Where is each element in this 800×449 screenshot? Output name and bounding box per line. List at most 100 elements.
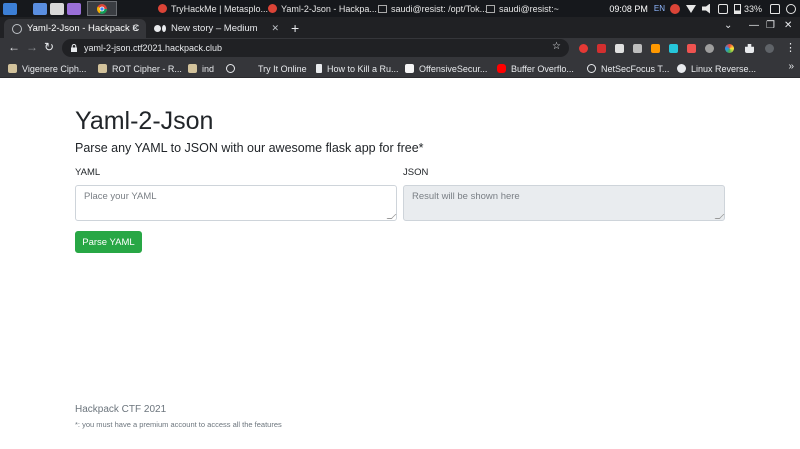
chrome-tray-icon[interactable] [669, 3, 680, 14]
json-output[interactable] [403, 185, 725, 221]
tab-title: Yaml-2-Json - Hackpack C [27, 23, 140, 34]
terminal-icon [378, 4, 387, 13]
battery-percent: 33% [743, 3, 762, 14]
extension-icon-book[interactable] [633, 44, 642, 53]
file-manager-icon[interactable] [33, 2, 47, 15]
battery-icon[interactable] [733, 3, 741, 14]
extensions-puzzle-icon[interactable] [745, 44, 754, 53]
taskbar-task-label: saudi@resist:~ [499, 3, 559, 14]
offsec-icon [405, 64, 414, 73]
extension-icon-wappalyzer[interactable] [597, 44, 606, 53]
taskbar-task-label: TryHackMe | Metasplo... [171, 3, 268, 14]
tab-yaml-2-json[interactable]: Yaml-2-Json - Hackpack C ✕ [4, 19, 146, 38]
bookmark-label: ind [202, 63, 215, 74]
bookmark-label: Buffer Overflo... [511, 63, 574, 74]
chrome-icon [158, 4, 167, 13]
page-title: Yaml-2-Json [75, 107, 214, 135]
globe-icon [587, 64, 596, 73]
taskbar-task-tryhackme[interactable]: TryHackMe | Metasplo... [158, 0, 268, 17]
bookmark-label: OffensiveSecur... [419, 63, 488, 74]
bookmark-netsecfocus[interactable]: NetSecFocus T... [587, 62, 669, 75]
forward-button[interactable]: → [26, 40, 38, 54]
bookmark-ind[interactable]: ind [188, 62, 214, 75]
clock[interactable]: 09:08 PM [609, 4, 648, 14]
minimize-window-button[interactable]: — [749, 20, 759, 31]
taskbar-task-terminal-home[interactable]: saudi@resist:~ [486, 0, 566, 17]
bookmark-star-icon[interactable]: ☆ [552, 41, 561, 52]
bookmark-label: How to Kill a Ru... [327, 63, 399, 74]
footer-title: Hackpack CTF 2021 [75, 404, 167, 415]
bookmark-linux-reverse[interactable]: Linux Reverse... [677, 62, 756, 75]
extension-icon-color[interactable] [725, 44, 734, 53]
taskbar-task-terminal-opt[interactable]: saudi@resist: /opt/Tok... [378, 0, 486, 17]
yaml-input[interactable] [75, 185, 397, 221]
start-menu-icon[interactable] [3, 2, 17, 15]
medium-icon [154, 25, 161, 32]
tab-title: New story – Medium [171, 23, 258, 34]
close-tab-icon[interactable]: ✕ [271, 23, 279, 34]
folder-icon [8, 64, 17, 73]
browser-menu-icon[interactable]: ⋮ [785, 41, 796, 54]
extension-icon-code[interactable] [669, 44, 678, 53]
extension-icon-grid[interactable] [705, 44, 714, 53]
back-button[interactable]: ← [8, 40, 20, 54]
extension-icon-notes[interactable] [615, 44, 624, 53]
page-content: Yaml-2-Json Parse any YAML to JSON with … [0, 78, 800, 449]
profile-icon[interactable] [765, 44, 774, 53]
medium-icon [677, 64, 686, 73]
yaml-label: YAML [75, 167, 101, 178]
taskbar-task-label: saudi@resist: /opt/Tok... [391, 3, 486, 14]
url-text: yaml-2-json.ctf2021.hackpack.club [84, 43, 223, 53]
close-window-button[interactable]: ✕ [784, 20, 792, 31]
system-tray: 09:08 PM EN 33% [609, 0, 800, 17]
lock-icon[interactable] [70, 44, 78, 52]
keyboard-layout[interactable]: EN [654, 4, 665, 13]
parse-yaml-button[interactable]: Parse YAML [75, 231, 142, 253]
bookmark-vigenere[interactable]: Vigenere Ciph... [8, 62, 86, 75]
wifi-icon[interactable] [685, 4, 696, 13]
restore-window-button[interactable]: ❐ [766, 20, 775, 31]
taskbar-chrome-button[interactable] [87, 1, 117, 16]
bookmarks-overflow-icon[interactable]: » [788, 61, 794, 72]
text-editor-icon[interactable] [67, 2, 81, 15]
browser-tab-strip: Yaml-2-Json - Hackpack C ✕ New story – M… [0, 17, 800, 38]
bookmark-try-it-online[interactable]: Try It Online [258, 62, 307, 75]
bookmark-label: Linux Reverse... [691, 63, 757, 74]
bookmark-buffer-overflow[interactable]: Buffer Overflo... [497, 62, 574, 75]
close-tab-icon[interactable]: ✕ [131, 23, 139, 34]
taskbar-task-yaml[interactable]: Yaml-2-Json - Hackpa... [268, 0, 378, 17]
bookmark-label: Vigenere Ciph... [22, 63, 87, 74]
globe-icon [12, 23, 22, 34]
terminal-icon [486, 4, 495, 13]
notifications-icon[interactable] [717, 3, 728, 14]
lock-screen-icon[interactable] [770, 3, 780, 14]
tab-search-icon[interactable]: ⌄ [724, 20, 732, 31]
terminal-icon[interactable] [50, 2, 64, 15]
chrome-icon [268, 4, 277, 13]
new-tab-button[interactable]: + [291, 20, 299, 36]
bookmark-label: Try It Online [258, 63, 307, 74]
extension-icon-flag[interactable] [651, 44, 660, 53]
address-bar[interactable]: yaml-2-json.ctf2021.hackpack.club ☆ [62, 39, 569, 57]
power-icon[interactable] [786, 3, 796, 14]
lock-icon [316, 64, 322, 73]
taskbar-task-label: Yaml-2-Json - Hackpa... [281, 3, 377, 14]
bookmark-label: NetSecFocus T... [601, 63, 670, 74]
reload-button[interactable]: ↻ [44, 40, 54, 54]
extension-icon-red[interactable] [579, 44, 588, 53]
bookmark-rot-cipher[interactable]: ROT Cipher - R... [98, 62, 182, 75]
bookmarks-bar: Vigenere Ciph... ROT Cipher - R... ind T… [0, 59, 800, 78]
bookmark-offensive-security[interactable]: OffensiveSecur... [405, 62, 487, 75]
bookmark-globe[interactable] [226, 62, 240, 75]
youtube-icon [497, 64, 506, 73]
tab-medium[interactable]: New story – Medium ✕ [146, 19, 286, 38]
chrome-icon [97, 3, 107, 14]
extension-icon-proxy[interactable] [687, 44, 696, 53]
volume-icon[interactable] [701, 3, 710, 14]
json-label: JSON [403, 167, 429, 178]
folder-icon [188, 64, 197, 73]
footer-note: *: you must have a premium account to ac… [75, 420, 282, 429]
bookmark-kill-process[interactable]: How to Kill a Ru... [316, 62, 399, 75]
os-taskbar: TryHackMe | Metasplo... Yaml-2-Json - Ha… [0, 0, 800, 17]
launcher-area [0, 0, 117, 17]
